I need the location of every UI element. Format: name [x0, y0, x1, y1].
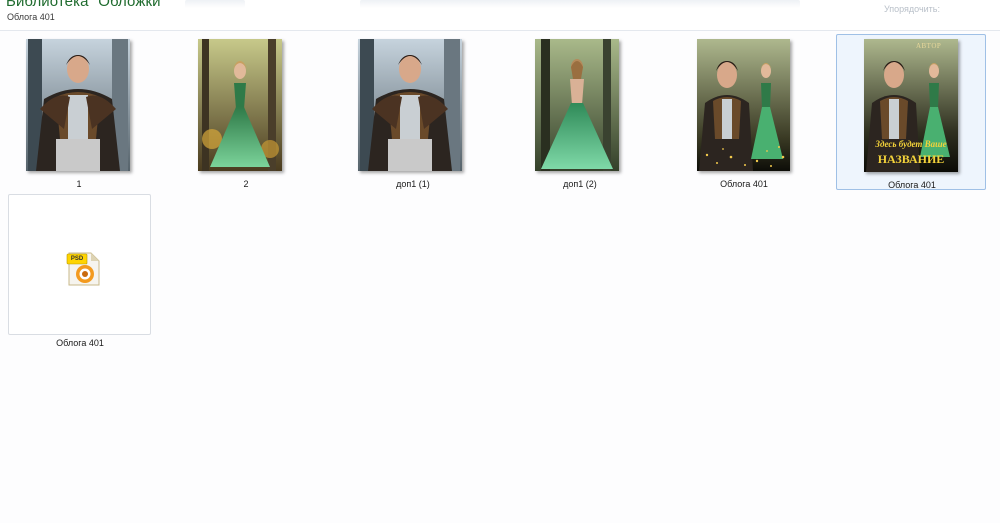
file-name[interactable]: 2 — [171, 179, 321, 189]
file-thumbnail[interactable] — [358, 39, 462, 171]
file-thumbnail[interactable] — [198, 39, 282, 171]
file-name[interactable]: Облога 401 — [5, 338, 155, 348]
library-title: Библиотека "Обложки" — [6, 0, 167, 10]
file-item-selected[interactable]: АВТОР Здесь будет Ваше НАЗВАНИЕ Облога 4… — [836, 34, 986, 190]
current-folder-label: Облога 401 — [7, 12, 55, 22]
psd-file-icon[interactable]: PSD — [63, 247, 103, 287]
cover-title-line1: Здесь будет Ваше — [875, 139, 947, 149]
file-name[interactable]: Облога 401 — [837, 180, 987, 190]
file-name[interactable]: доп1 (2) — [505, 179, 655, 189]
arrange-by-label[interactable]: Упорядочить: — [884, 4, 940, 14]
toolbar-fade-1 — [185, 0, 245, 8]
file-item[interactable]: 2 — [171, 34, 321, 190]
file-thumbnail[interactable] — [26, 39, 130, 171]
cover-author-text: АВТОР — [916, 42, 942, 50]
file-item[interactable]: доп1 (2) — [505, 34, 655, 190]
library-header: Библиотека "Обложки" Облога 401 Упорядоч… — [0, 0, 1000, 31]
file-thumbnail[interactable]: АВТОР Здесь будет Ваше НАЗВАНИЕ — [864, 39, 958, 172]
psd-badge-text: PSD — [70, 256, 84, 262]
file-name[interactable]: доп1 (1) — [338, 179, 488, 189]
file-name[interactable]: Облога 401 — [669, 179, 819, 189]
file-item[interactable]: 1 — [4, 34, 154, 190]
file-thumbnail[interactable] — [697, 39, 790, 171]
cover-title-line2: НАЗВАНИЕ — [877, 152, 945, 166]
file-item[interactable]: PSD Облога 401 — [8, 194, 151, 348]
file-item[interactable]: доп1 (1) — [338, 34, 488, 190]
toolbar-fade-2 — [360, 0, 800, 8]
file-name[interactable]: 1 — [4, 179, 154, 189]
file-thumbnail[interactable] — [535, 39, 619, 171]
file-item[interactable]: Облога 401 — [669, 34, 819, 190]
